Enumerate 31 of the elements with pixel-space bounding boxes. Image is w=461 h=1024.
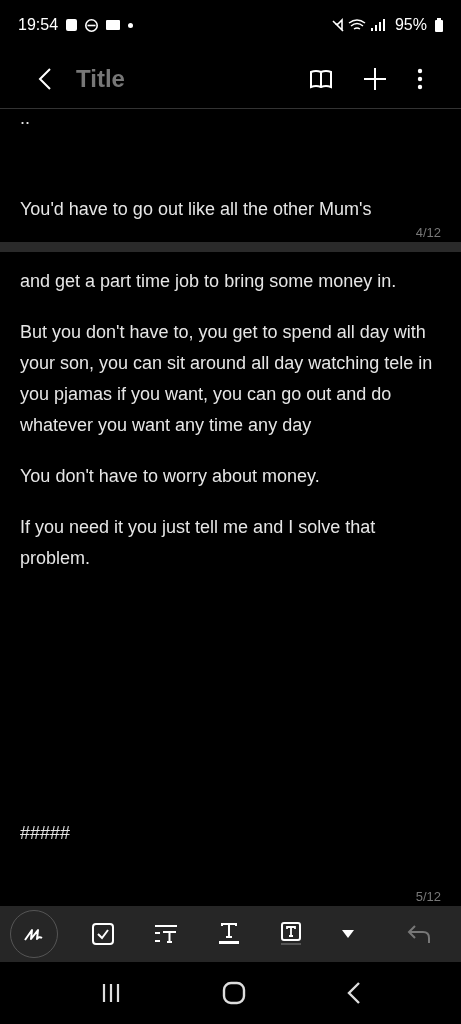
do-not-disturb-icon xyxy=(85,18,99,32)
battery-icon xyxy=(435,18,443,32)
dropdown-caret-icon[interactable] xyxy=(342,930,354,938)
note-title[interactable]: Title xyxy=(76,65,125,93)
note-text: and get a part time job to bring some money in. xyxy=(20,270,398,293)
more-options-icon[interactable] xyxy=(417,68,423,90)
status-time: 19:54 xyxy=(18,16,59,34)
recent-apps-icon[interactable] xyxy=(100,983,121,1003)
status-icons xyxy=(330,18,387,32)
notification-icon xyxy=(66,19,78,31)
dot-icon xyxy=(128,22,134,28)
book-icon[interactable] xyxy=(309,69,333,89)
note-text: If you need it you just tell me and I solve that problem. xyxy=(20,516,377,570)
home-icon[interactable] xyxy=(221,981,246,1005)
text-box-icon[interactable] xyxy=(280,922,302,946)
handwriting-icon xyxy=(23,926,45,942)
back-nav-icon[interactable] xyxy=(346,982,361,1004)
note-text: ##### xyxy=(20,822,72,845)
page-number: 5/12 xyxy=(415,889,441,904)
add-icon[interactable] xyxy=(363,67,387,91)
note-text: .. xyxy=(20,109,31,127)
underline-text-icon[interactable] xyxy=(218,923,240,945)
battery-percentage: 95% xyxy=(394,16,427,34)
note-text: You don't have to worry about money. xyxy=(20,465,321,488)
note-text: You'd have to go out like all the other Mum's xyxy=(20,198,373,221)
page-number: 4/12 xyxy=(415,225,441,240)
back-icon[interactable] xyxy=(38,67,52,91)
voicemail-icon xyxy=(106,20,121,30)
text-style-icon[interactable] xyxy=(154,924,178,944)
note-text: But you don't have to, you get to spend all day with your son, you can sit around all day watching tele in you pjamas if you want, you can go out and do whatever you want any time any day xyxy=(20,321,434,437)
checkbox-icon[interactable] xyxy=(92,923,114,945)
